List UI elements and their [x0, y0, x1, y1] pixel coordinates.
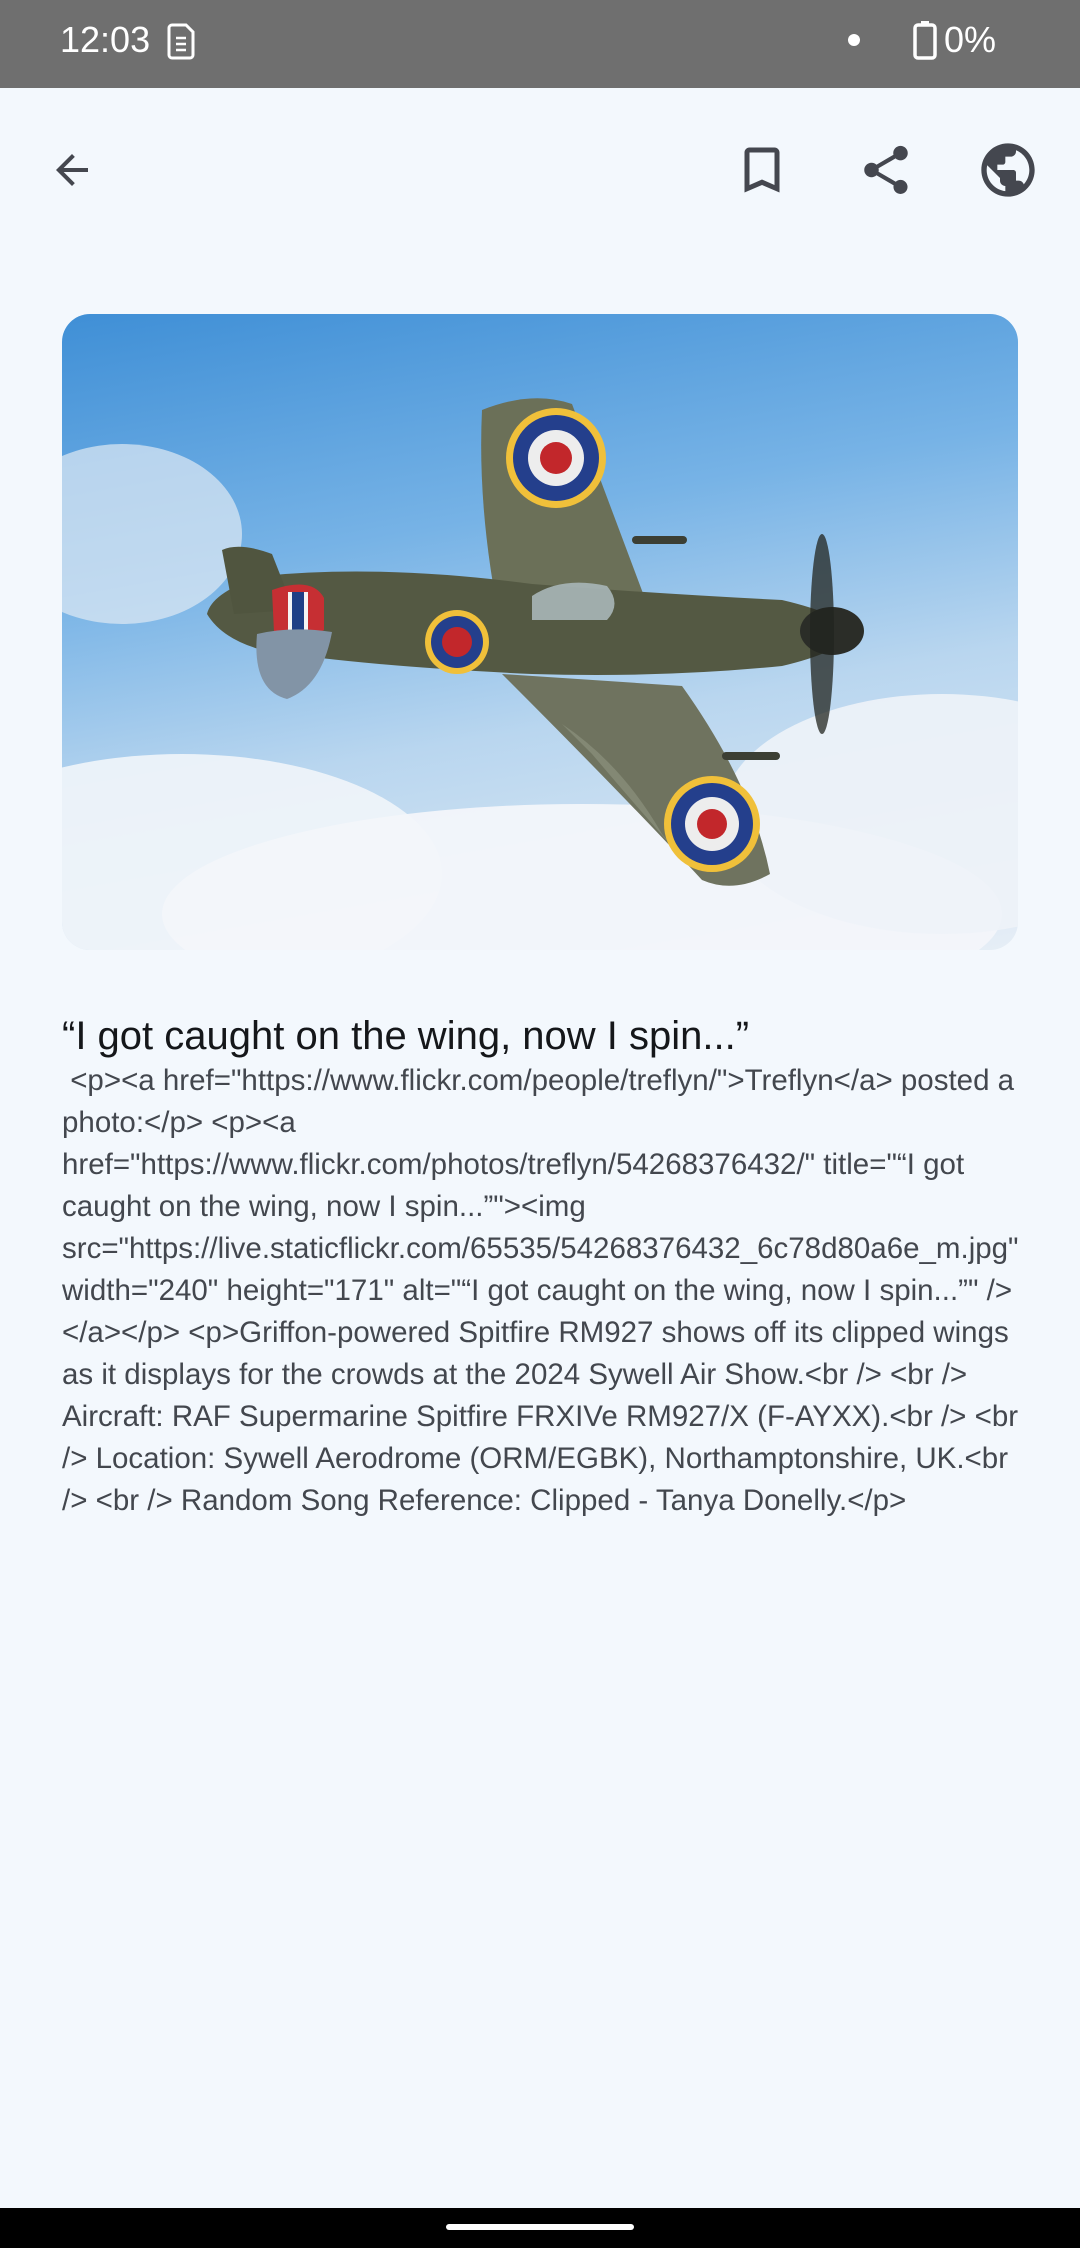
notification-dot-icon	[848, 34, 860, 46]
spitfire-aircraft-illustration	[62, 398, 1018, 950]
back-button[interactable]	[32, 130, 112, 210]
globe-icon	[981, 143, 1035, 197]
open-in-browser-button[interactable]	[968, 130, 1048, 210]
share-button[interactable]	[846, 130, 926, 210]
home-gesture-handle[interactable]	[446, 2224, 634, 2230]
article-image[interactable]	[62, 314, 1018, 950]
bookmark-button[interactable]	[722, 130, 802, 210]
status-bar: 12:03 0%	[0, 0, 1080, 88]
share-icon	[864, 145, 908, 194]
sim-card-icon	[166, 22, 196, 60]
arrow-left-icon	[56, 154, 88, 186]
battery-percentage: 0%	[944, 19, 997, 60]
navigation-bar	[0, 2208, 1080, 2248]
bookmark-icon	[744, 147, 780, 193]
article-title: “I got caught on the wing, now I spin...…	[62, 1014, 750, 1058]
battery-icon	[912, 20, 938, 60]
status-time: 12:03	[60, 19, 151, 60]
article-body: <p><a href="https://www.flickr.com/peopl…	[62, 1064, 1027, 1517]
